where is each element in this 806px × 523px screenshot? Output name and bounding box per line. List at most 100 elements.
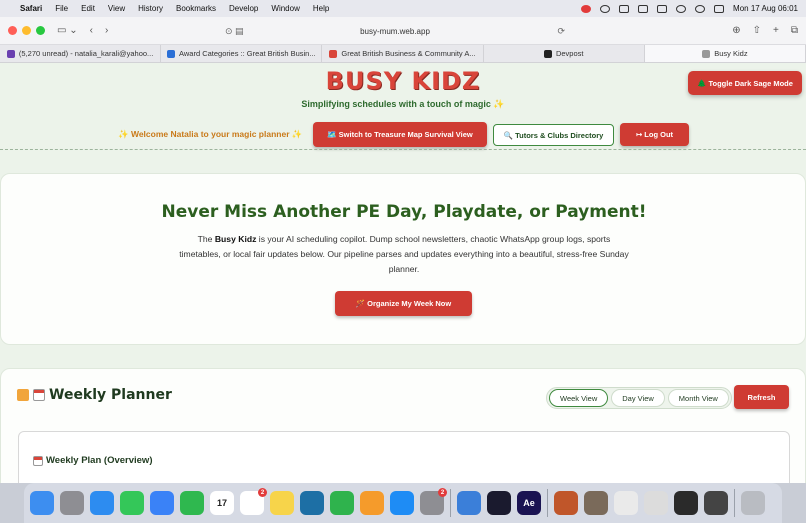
dock-numbers-icon[interactable]	[330, 491, 354, 515]
hero-description: The Busy Kidz is your AI scheduling copi…	[179, 234, 629, 274]
dock-safari-icon[interactable]	[90, 491, 114, 515]
gbb-favicon-icon	[329, 49, 338, 58]
logout-button[interactable]: ↦ Log Out	[620, 123, 689, 146]
input-source-icon[interactable]	[638, 4, 649, 13]
view-switcher: Week View Day View Month View	[546, 387, 732, 409]
menu-develop[interactable]: Develop	[229, 4, 258, 13]
dock-mail-icon[interactable]	[150, 491, 174, 515]
notification-badge: 2	[438, 488, 447, 497]
zoom-window-icon[interactable]	[36, 26, 45, 35]
toggle-dark-mode-button[interactable]: 🌲 Toggle Dark Sage Mode	[688, 71, 802, 95]
share-icon[interactable]: ⇧	[753, 25, 761, 36]
dock-messages-icon[interactable]	[120, 491, 144, 515]
new-tab-icon[interactable]: +	[773, 25, 779, 36]
tab-award-categories[interactable]: Award Categories :: Great British Busin.…	[161, 45, 323, 62]
dock-finder-icon[interactable]	[30, 491, 54, 515]
tutors-directory-button[interactable]: 🔍 Tutors & Clubs Directory	[493, 124, 614, 146]
dock-facetime-icon[interactable]	[180, 491, 204, 515]
menu-bookmarks[interactable]: Bookmarks	[176, 4, 216, 13]
web-page: BUSY KIDZ Simplifying schedules with a t…	[0, 63, 806, 483]
menu-file[interactable]: File	[55, 4, 68, 13]
overview-title: Weekly Plan (Overview)	[33, 455, 153, 466]
month-view-button[interactable]: Month View	[667, 389, 729, 407]
url-text[interactable]: busy-mum.web.app	[360, 27, 430, 36]
dock-doc-2-icon[interactable]	[644, 491, 668, 515]
busy-kidz-favicon-icon	[702, 49, 711, 58]
sidebar-toggle-icon[interactable]: ▭ ⌄	[57, 25, 78, 36]
address-bar[interactable]: ⊙ ▤ busy-mum.web.app ⟳	[225, 22, 565, 40]
menu-help[interactable]: Help	[313, 4, 329, 13]
dock-doc-1-icon[interactable]	[614, 491, 638, 515]
tab-yahoo-mail[interactable]: (5,270 unread) - natalia_karali@yahoo...	[0, 45, 162, 62]
reader-icon[interactable]: ⊙ ▤	[225, 26, 244, 37]
notification-badge: 2	[258, 488, 267, 497]
treasure-map-view-button[interactable]: 🗺️ Switch to Treasure Map Survival View	[313, 122, 487, 147]
control-center-icon[interactable]	[714, 4, 725, 13]
status-area: Mon 17 Aug 06:01	[581, 4, 798, 13]
brand-name: Busy Kidz	[214, 234, 257, 244]
tab-devpost[interactable]: Devpost	[484, 45, 645, 62]
dock-freeform-icon[interactable]	[300, 491, 324, 515]
wifi-icon[interactable]	[676, 4, 687, 13]
weekly-plan-overview: Weekly Plan (Overview)	[18, 431, 790, 483]
dock-launchpad-icon[interactable]	[60, 491, 84, 515]
dock-quicktime-icon[interactable]	[457, 491, 481, 515]
calendar-icon	[33, 389, 45, 401]
dock-photo-1-icon[interactable]	[554, 491, 578, 515]
menu-history[interactable]: History	[138, 4, 163, 13]
checklist-calendar-icon	[17, 389, 29, 401]
tagline: Simplifying schedules with a touch of ma…	[301, 99, 505, 109]
hero-section: Never Miss Another PE Day, Playdate, or …	[0, 173, 806, 345]
dock-system-settings-icon[interactable]: 2	[420, 488, 447, 515]
dock-doc-3-icon[interactable]	[674, 491, 698, 515]
reload-icon[interactable]: ⟳	[557, 26, 565, 37]
dock-separator	[547, 489, 548, 517]
search-icon[interactable]	[695, 4, 706, 13]
header-divider	[0, 149, 806, 150]
devpost-favicon-icon	[543, 49, 552, 58]
calendar-icon	[33, 455, 43, 466]
organize-week-button[interactable]: 🪄 Organize My Week Now	[335, 291, 472, 316]
dock-calendar-icon[interactable]: 17	[210, 491, 234, 515]
dock-reminders-icon[interactable]: 2	[240, 488, 267, 515]
menubar-clock[interactable]: Mon 17 Aug 06:01	[733, 4, 798, 13]
dock-notes-icon[interactable]	[270, 491, 294, 515]
browser-toolbar: ▭ ⌄ ‹ › ⊙ ▤ busy-mum.web.app ⟳ ⊕ ⇧ + ⧉	[0, 17, 806, 45]
dock-doc-4-icon[interactable]	[704, 491, 728, 515]
tab-bar: (5,270 unread) - natalia_karali@yahoo...…	[0, 45, 806, 63]
app-logo: BUSY KIDZ	[325, 67, 481, 95]
clipboard-icon[interactable]	[619, 4, 630, 13]
dock-trash-icon[interactable]	[741, 491, 765, 515]
dock-pages-icon[interactable]	[360, 491, 384, 515]
dock-separator	[450, 489, 451, 517]
dock-arc-icon[interactable]	[487, 491, 511, 515]
day-view-button[interactable]: Day View	[611, 389, 665, 407]
tab-busy-kidz[interactable]: Busy Kidz	[644, 45, 806, 62]
refresh-button[interactable]: Refresh	[734, 385, 789, 409]
menu-bar: Safari File Edit View History Bookmarks …	[0, 0, 806, 17]
dock-after-effects-icon[interactable]: Ae	[517, 491, 541, 515]
menu-edit[interactable]: Edit	[81, 4, 95, 13]
battery-icon[interactable]	[657, 4, 668, 13]
dock-separator	[734, 489, 735, 517]
menu-window[interactable]: Window	[271, 4, 299, 13]
week-view-button[interactable]: Week View	[549, 389, 609, 407]
minimize-window-icon[interactable]	[22, 26, 31, 35]
planner-title: Weekly Planner	[17, 387, 172, 403]
close-window-icon[interactable]	[8, 26, 17, 35]
window-controls	[8, 26, 45, 35]
downloads-icon[interactable]: ⊕	[732, 25, 740, 36]
dock-photo-2-icon[interactable]	[584, 491, 608, 515]
forward-arrow-icon[interactable]: ›	[105, 25, 108, 36]
record-icon[interactable]	[581, 4, 592, 13]
toolbar-right: ⊕ ⇧ + ⧉	[732, 25, 798, 36]
award-favicon-icon	[167, 49, 175, 58]
menu-safari[interactable]: Safari	[20, 4, 42, 13]
back-arrow-icon[interactable]: ‹	[90, 25, 93, 36]
tab-overview-icon[interactable]: ⧉	[791, 25, 798, 36]
sync-icon[interactable]	[600, 4, 611, 13]
menu-view[interactable]: View	[108, 4, 125, 13]
tab-great-british-business[interactable]: Great British Business & Community A...	[322, 45, 484, 62]
welcome-message: ✨ Welcome Natalia to your magic planner …	[118, 129, 303, 139]
dock-app-store-icon[interactable]	[390, 491, 414, 515]
